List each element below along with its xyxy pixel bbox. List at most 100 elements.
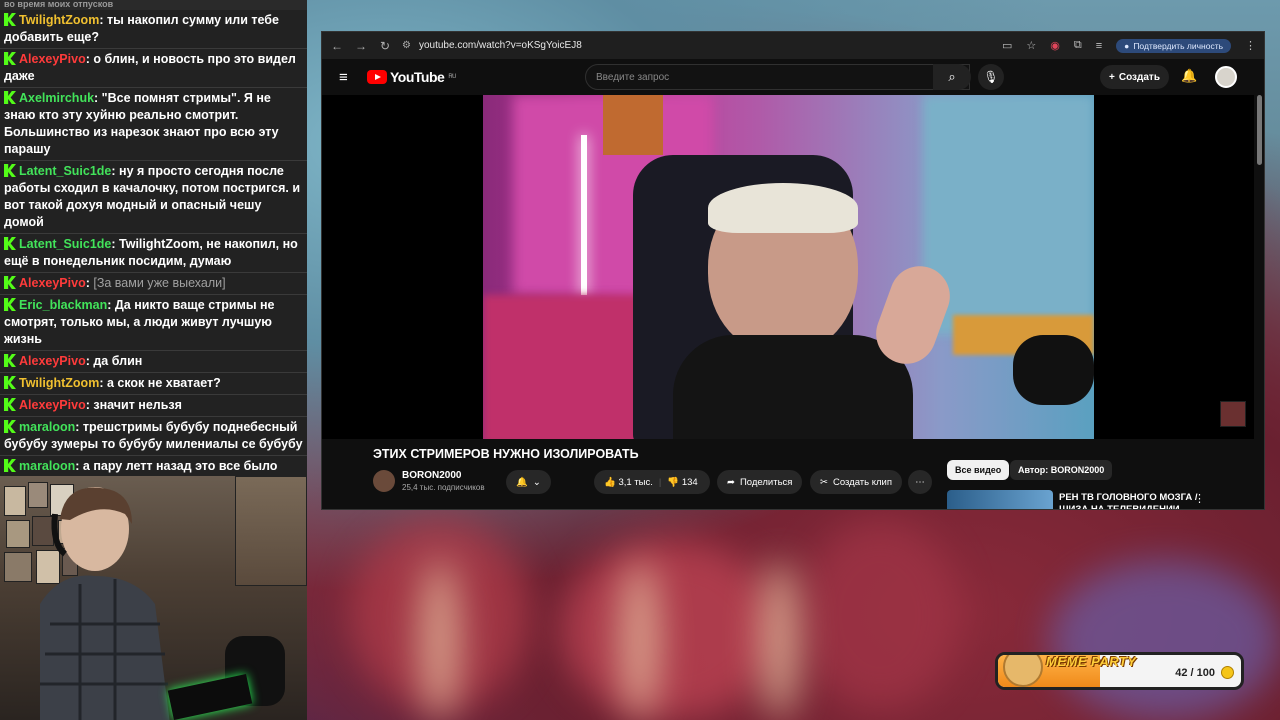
suggested-more-icon[interactable]: ⋮ — [1194, 492, 1205, 505]
chat-username[interactable]: AlexeyPivo — [19, 354, 86, 368]
background-blur — [760, 560, 800, 720]
back-arrow-icon[interactable]: ← — [330, 39, 344, 53]
chat-message: Eric_blackman: Да никто ваще стримы не с… — [0, 295, 307, 351]
video-title: ЭТИХ СТРИМЕРОВ НУЖНО ИЗОЛИРОВАТЬ — [373, 447, 639, 461]
bell-icon: 🔔 — [516, 476, 528, 488]
chat-separator: : — [99, 376, 107, 390]
chat-header-text: во время моих отпусков — [0, 0, 307, 10]
cast-icon[interactable]: ▭ — [1002, 39, 1012, 52]
search-input[interactable]: Введите запрос — [585, 64, 970, 90]
kick-badge-icon — [4, 52, 16, 65]
forward-arrow-icon[interactable]: → — [354, 39, 368, 53]
kick-badge-icon — [4, 420, 16, 433]
meme-party-widget: MEME PARTY 42 / 100 — [995, 652, 1244, 690]
chat-username[interactable]: Eric_blackman — [19, 298, 107, 312]
notifications-bell-icon[interactable]: 🔔 — [1181, 68, 1197, 84]
chat-username[interactable]: Latent_Suic1de — [19, 164, 111, 178]
chat-message: TwilightZoom: а скок не хватает? — [0, 373, 307, 395]
share-button[interactable]: ➦ Поделиться — [717, 470, 803, 494]
chat-message: AlexeyPivo: о блин, и новость про это ви… — [0, 49, 307, 88]
kick-badge-icon — [4, 354, 16, 367]
chat-username[interactable]: maraloon — [19, 459, 75, 473]
channel-name[interactable]: BORON2000 — [402, 470, 485, 481]
youtube-play-icon — [367, 70, 387, 84]
thumbs-down-icon: 👎 — [667, 476, 680, 488]
chat-message: Axelmirchuk: "Все помнят стримы". Я не з… — [0, 88, 307, 161]
more-dots-icon: ⋯ — [915, 476, 925, 488]
chat-message: TwilightZoom: ты накопил сумму или тебе … — [0, 10, 307, 49]
chat-separator: : — [75, 459, 83, 473]
scissors-icon: ✂ — [820, 476, 828, 488]
like-button[interactable]: 👍 3,1 тыс. — [604, 477, 653, 488]
suggested-video-thumbnail[interactable] — [947, 490, 1053, 509]
kick-badge-icon — [4, 398, 16, 411]
chat-username[interactable]: AlexeyPivo — [19, 398, 86, 412]
chat-username[interactable]: TwilightZoom — [19, 13, 99, 27]
background-blur — [620, 560, 660, 720]
reload-icon[interactable]: ↻ — [378, 39, 392, 53]
menu-dots-icon[interactable]: ⋮ — [1245, 39, 1256, 52]
chat-text: а скок не хватает? — [106, 376, 221, 390]
chip-author[interactable]: Автор: BORON2000 — [1010, 460, 1113, 480]
chat-separator: : — [94, 91, 102, 105]
chat-username[interactable]: maraloon — [19, 420, 75, 434]
chat-message-list: TwilightZoom: ты накопил сумму или тебе … — [0, 10, 307, 476]
background-blur — [560, 540, 780, 720]
chat-username[interactable]: TwilightZoom — [19, 376, 99, 390]
channel-avatar[interactable] — [373, 470, 395, 492]
wall-poster — [4, 486, 26, 516]
address-bar[interactable]: ⚙ youtube.com/watch?v=oKSgYoicEJ8 — [402, 36, 992, 56]
kick-badge-icon — [4, 459, 16, 472]
chat-separator: : — [99, 13, 107, 27]
like-dislike-group: 👍 3,1 тыс. | 👎 134 — [594, 470, 710, 494]
youtube-logo[interactable]: YouTube RU — [367, 69, 456, 85]
kick-badge-icon — [4, 91, 16, 104]
kick-badge-icon — [4, 376, 16, 389]
share-icon: ➦ — [727, 476, 735, 488]
account-avatar[interactable] — [1215, 66, 1237, 88]
youtube-header: ≡ YouTube RU Введите запрос ⌕ 🎙 + Создать … — [322, 59, 1264, 95]
bookmark-star-icon[interactable]: ☆ — [1026, 39, 1036, 52]
kick-badge-icon — [4, 298, 16, 311]
chat-username[interactable]: Axelmirchuk — [19, 91, 94, 105]
meme-party-count: 42 / 100 — [1175, 667, 1215, 679]
scrollbar[interactable] — [1257, 95, 1262, 165]
site-settings-icon[interactable]: ⚙ — [402, 40, 411, 51]
webcam-feed — [0, 476, 307, 720]
more-actions-button[interactable]: ⋯ — [908, 470, 932, 494]
wall-poster — [4, 552, 32, 582]
dislike-button[interactable]: 👎 134 — [667, 477, 697, 488]
stream-layout: во время моих отпусков TwilightZoom: ты … — [0, 0, 1280, 720]
hamburger-menu-icon[interactable]: ≡ — [339, 69, 353, 86]
meme-party-title: MEME PARTY — [1046, 654, 1137, 669]
plus-icon: + — [1109, 71, 1115, 83]
chat-username[interactable]: Latent_Suic1de — [19, 237, 111, 251]
browser-actions: ▭ ☆ ◉ ⧉ ≡ ● Подтвердить личность ⋮ — [1002, 38, 1256, 53]
voice-search-icon[interactable]: 🎙 — [978, 64, 1004, 90]
verify-identity-button[interactable]: ● Подтвердить личность — [1116, 38, 1232, 53]
channel-watermark[interactable] — [1220, 401, 1246, 427]
create-button[interactable]: + Создать — [1100, 65, 1169, 89]
background-blur — [420, 560, 460, 720]
chat-username[interactable]: AlexeyPivo — [19, 52, 86, 66]
background-blur — [800, 520, 960, 710]
reading-list-icon[interactable]: ≡ — [1096, 40, 1102, 52]
video-player[interactable] — [322, 95, 1254, 439]
notification-dropdown[interactable]: 🔔 ⌄ — [506, 470, 551, 494]
extension-icon[interactable]: ◉ — [1050, 39, 1060, 52]
puzzle-icon[interactable]: ⧉ — [1074, 39, 1082, 52]
clip-button[interactable]: ✂ Создать клип — [810, 470, 902, 494]
suggested-video-title[interactable]: РЕН ТВ ГОЛОВНОГО МОЗГА / ШИЗА НА ТЕЛЕВИД… — [1059, 492, 1199, 509]
chat-separator: : — [75, 420, 83, 434]
coin-icon — [1221, 666, 1234, 679]
channel-info: BORON2000 25,4 тыс. подписчиков — [373, 470, 485, 492]
chat-message: AlexeyPivo: [За вами уже выехали] — [0, 273, 307, 295]
chat-text: да блин — [93, 354, 143, 368]
search-button[interactable]: ⌕ — [933, 64, 971, 90]
chip-all-videos[interactable]: Все видео — [947, 460, 1010, 480]
chevron-down-icon: ⌄ — [532, 476, 541, 488]
video-frame — [483, 95, 1094, 439]
background-blur — [1050, 560, 1280, 720]
chat-username[interactable]: AlexeyPivo — [19, 276, 86, 290]
chat-message: maraloon: трешстримы бубубу поднебесный … — [0, 417, 307, 456]
